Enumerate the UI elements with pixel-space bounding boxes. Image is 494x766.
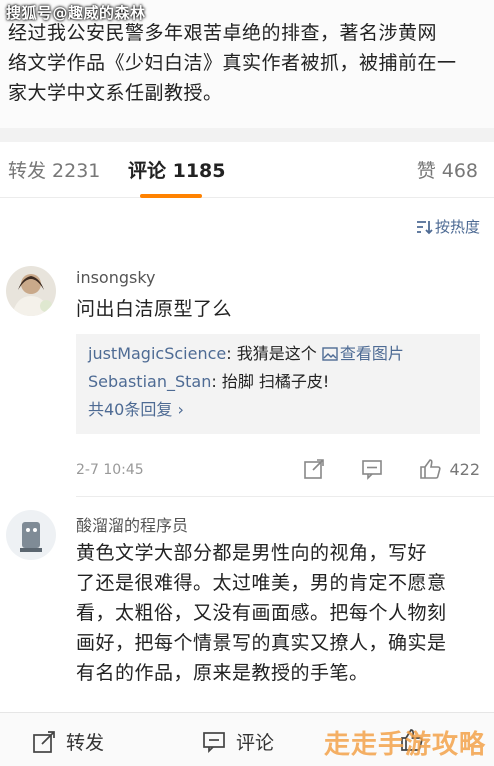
post-text: 经过我公安民警多年艰苦卓绝的排查，著名涉黄网 络文学作品《少妇白洁》真实作者被抓… (8, 18, 486, 108)
comment-text: 问出白洁原型了么 (76, 298, 233, 320)
reply-text: : 抬脚 扫橘子皮! (211, 372, 330, 391)
comment-icon (202, 730, 226, 754)
comment-time: 2-7 10:45 (76, 462, 144, 478)
avatar[interactable] (6, 510, 56, 560)
comment-separator (76, 496, 494, 497)
comment-username[interactable]: 酸溜溜的程序员 (76, 512, 188, 536)
reply-username[interactable]: justMagicScience (88, 344, 226, 363)
view-image-label: 查看图片 (339, 344, 404, 363)
watermark-top: 搜狐号@趣威的森林 (6, 4, 146, 22)
comment-line: 画好，把每个情景写的真实又撩人，确实是 (76, 632, 447, 654)
tab-like[interactable]: 赞 468 (417, 156, 478, 183)
sort-label: 按热度 (434, 218, 480, 236)
reply-line: justMagicScience: 我猜是这个 查看图片 (88, 340, 468, 368)
avatar[interactable] (6, 266, 56, 316)
comment-label: 评论 (236, 732, 275, 754)
thumbs-up-icon (419, 458, 442, 480)
comment-line: 了还是很难得。太过唯美，男的肯定不愿意 (76, 572, 447, 594)
repost-button[interactable]: 转发 (32, 728, 104, 755)
comment-button[interactable]: 评论 (202, 728, 274, 755)
post-line: 络文学作品《少妇白洁》真实作者被抓，被捕前在一 (8, 52, 457, 74)
more-replies-link[interactable]: 共40条回复 › (88, 396, 468, 424)
watermark-bottom: 走走手游攻略 (323, 730, 486, 760)
like-count: 422 (449, 459, 480, 479)
view-image-link[interactable]: 查看图片 (322, 344, 404, 363)
reply-box[interactable]: justMagicScience: 我猜是这个 查看图片 Sebastian_S… (76, 334, 480, 434)
reply-text: : 我猜是这个 (226, 344, 322, 363)
tab-repost[interactable]: 转发 2231 (8, 156, 100, 183)
image-icon (322, 347, 338, 361)
comment-line: 有名的作品，原来是教授的手笔。 (76, 662, 369, 684)
share-icon[interactable] (303, 458, 325, 480)
reply-line: Sebastian_Stan: 抬脚 扫橘子皮! (88, 368, 468, 396)
comment-line: 看，太粗俗，又没有画面感。把每个人物刻 (76, 602, 447, 624)
repost-icon (32, 730, 56, 754)
comment-line: 黄色文学大部分都是男性向的视角，写好 (76, 542, 428, 564)
comment-actions: 422 (303, 458, 480, 480)
sort-by-hot-button[interactable]: 按热度 (415, 216, 480, 237)
interaction-tabs: 转发 2231 评论 1185 赞 468 (0, 142, 494, 198)
reply-icon[interactable] (361, 458, 383, 480)
repost-label: 转发 (66, 732, 105, 754)
comment-username[interactable]: insongsky (76, 268, 156, 287)
sort-icon (415, 219, 433, 235)
active-tab-indicator (140, 194, 202, 198)
tab-comment[interactable]: 评论 1185 (128, 156, 226, 183)
comment-text: 黄色文学大部分都是男性向的视角，写好 了还是很难得。太过唯美，男的肯定不愿意 看… (76, 538, 447, 688)
section-divider (0, 128, 494, 142)
like-button[interactable]: 422 (419, 458, 480, 480)
reply-username[interactable]: Sebastian_Stan (88, 372, 211, 391)
post-line: 家大学中文系任副教授。 (8, 82, 223, 104)
